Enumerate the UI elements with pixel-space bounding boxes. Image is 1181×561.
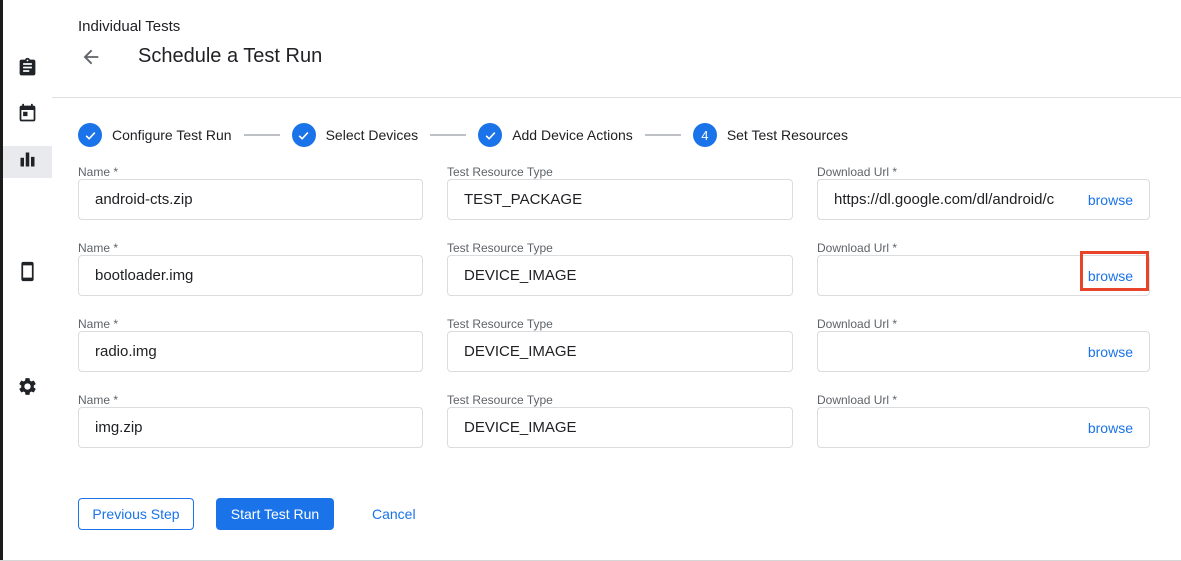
cancel-button[interactable]: Cancel: [372, 506, 416, 522]
browse-link[interactable]: browse: [1088, 192, 1133, 208]
step-label: Add Device Actions: [512, 127, 633, 143]
clipboard-icon: [17, 57, 38, 83]
download-url-input[interactable]: browse: [817, 255, 1150, 296]
name-input[interactable]: radio.img: [78, 331, 423, 372]
sidebar-item-settings[interactable]: [3, 373, 52, 405]
check-icon: [478, 123, 502, 147]
field-label: Test Resource Type: [447, 394, 793, 407]
stepper-connector: [244, 134, 280, 136]
header-divider: [52, 97, 1181, 98]
step-label: Configure Test Run: [112, 127, 232, 143]
stepper-connector: [645, 134, 681, 136]
download-url-input[interactable]: browse: [817, 407, 1150, 448]
form-actions: Previous Step Start Test Run Cancel: [78, 498, 416, 530]
step-add-device-actions[interactable]: Add Device Actions: [478, 123, 633, 147]
name-input[interactable]: android-cts.zip: [78, 179, 423, 220]
check-icon: [292, 123, 316, 147]
resource-type-select[interactable]: DEVICE_IMAGE: [447, 255, 793, 296]
step-set-test-resources[interactable]: 4 Set Test Resources: [693, 123, 848, 147]
resource-type-select[interactable]: DEVICE_IMAGE: [447, 407, 793, 448]
resource-type-field: Test Resource Type TEST_PACKAGE: [447, 166, 793, 220]
sidebar: [3, 0, 52, 561]
name-field: Name * radio.img: [78, 318, 423, 372]
resource-type-field: Test Resource Type DEVICE_IMAGE: [447, 318, 793, 372]
step-number-badge: 4: [693, 123, 717, 147]
field-label: Download Url *: [817, 242, 1150, 255]
field-label: Download Url *: [817, 394, 1150, 407]
back-button[interactable]: [80, 46, 104, 70]
browse-link[interactable]: browse: [1088, 268, 1133, 284]
breadcrumb: Individual Tests: [78, 18, 180, 35]
download-url-input[interactable]: browse: [817, 331, 1150, 372]
gear-icon: [17, 376, 38, 402]
browse-link[interactable]: browse: [1088, 420, 1133, 436]
download-url-field: Download Url * https://dl.google.com/dl/…: [817, 166, 1150, 220]
sidebar-item-tests[interactable]: [3, 54, 52, 86]
step-label: Select Devices: [326, 127, 419, 143]
sidebar-item-devices[interactable]: [3, 258, 52, 290]
stepper-connector: [430, 134, 466, 136]
field-label: Name *: [78, 394, 423, 407]
field-label: Name *: [78, 242, 423, 255]
calendar-icon: [17, 103, 38, 129]
schedule-test-run-page: Individual Tests Schedule a Test Run Con…: [0, 0, 1181, 561]
field-label: Test Resource Type: [447, 318, 793, 331]
previous-step-button[interactable]: Previous Step: [78, 498, 194, 530]
step-configure-test-run[interactable]: Configure Test Run: [78, 123, 232, 147]
download-url-field: Download Url * browse: [817, 242, 1150, 296]
download-url-value[interactable]: https://dl.google.com/dl/android/c: [834, 191, 1080, 208]
download-url-field: Download Url * browse: [817, 394, 1150, 448]
check-icon: [78, 123, 102, 147]
download-url-field: Download Url * browse: [817, 318, 1150, 372]
step-label: Set Test Resources: [727, 127, 848, 143]
name-field: Name * bootloader.img: [78, 242, 423, 296]
name-field: Name * android-cts.zip: [78, 166, 423, 220]
field-label: Download Url *: [817, 318, 1150, 331]
resource-type-select[interactable]: TEST_PACKAGE: [447, 179, 793, 220]
test-resources-form: Name * android-cts.zip Test Resource Typ…: [78, 166, 1150, 448]
page-title: Schedule a Test Run: [138, 45, 322, 68]
field-label: Test Resource Type: [447, 166, 793, 179]
resource-type-select[interactable]: DEVICE_IMAGE: [447, 331, 793, 372]
name-field: Name * img.zip: [78, 394, 423, 448]
browse-link[interactable]: browse: [1088, 344, 1133, 360]
field-label: Test Resource Type: [447, 242, 793, 255]
download-url-input[interactable]: https://dl.google.com/dl/android/c brows…: [817, 179, 1150, 220]
field-label: Name *: [78, 318, 423, 331]
field-label: Download Url *: [817, 166, 1150, 179]
sidebar-item-test-runs[interactable]: [3, 146, 52, 178]
start-test-run-button[interactable]: Start Test Run: [216, 498, 334, 530]
smartphone-icon: [17, 261, 38, 287]
name-input[interactable]: bootloader.img: [78, 255, 423, 296]
bar-chart-icon: [17, 149, 38, 175]
field-label: Name *: [78, 166, 423, 179]
sidebar-item-test-plans[interactable]: [3, 100, 52, 132]
stepper: Configure Test Run Select Devices Add De…: [78, 122, 848, 148]
name-input[interactable]: img.zip: [78, 407, 423, 448]
arrow-back-icon: [80, 55, 102, 72]
resource-type-field: Test Resource Type DEVICE_IMAGE: [447, 394, 793, 448]
step-select-devices[interactable]: Select Devices: [292, 123, 419, 147]
resource-type-field: Test Resource Type DEVICE_IMAGE: [447, 242, 793, 296]
